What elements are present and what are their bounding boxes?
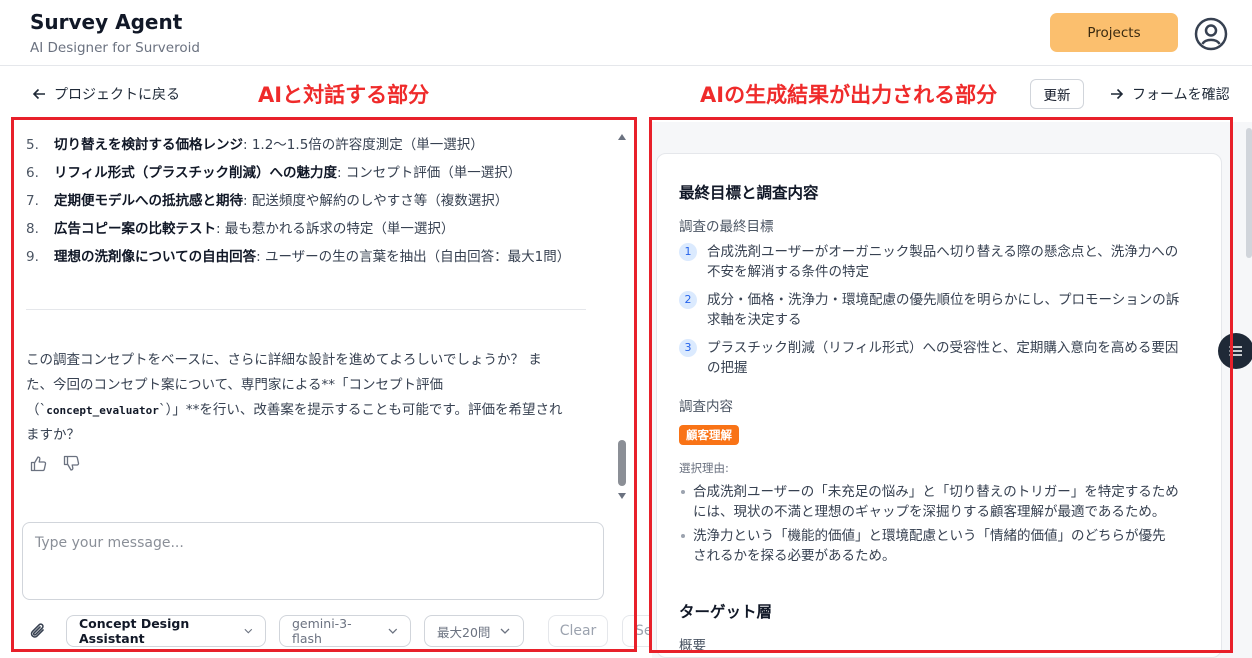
- app-subtitle: AI Designer for Surveroid: [30, 40, 200, 56]
- back-link-label: プロジェクトに戻る: [54, 87, 180, 103]
- arrow-left-icon: [32, 88, 45, 100]
- right-panel-annotation: AIの生成結果が出力される部分: [700, 83, 998, 107]
- refresh-button[interactable]: 更新: [1030, 79, 1084, 109]
- left-panel-annotation: AIと対話する部分: [258, 83, 430, 107]
- confirm-link-label: フォームを確認: [1132, 87, 1230, 103]
- annotation-frame-left: [11, 117, 637, 652]
- annotation-frame-right: [649, 117, 1233, 653]
- user-circle-icon[interactable]: [1194, 17, 1228, 51]
- result-scrollbar[interactable]: [1246, 128, 1252, 258]
- arrow-right-icon: [1111, 88, 1124, 100]
- header-divider: [0, 65, 1252, 66]
- app-title: Survey Agent: [30, 10, 183, 34]
- projects-button[interactable]: Projects: [1050, 13, 1178, 52]
- back-to-project-link[interactable]: プロジェクトに戻る: [32, 84, 180, 104]
- confirm-form-link[interactable]: フォームを確認: [1110, 84, 1230, 104]
